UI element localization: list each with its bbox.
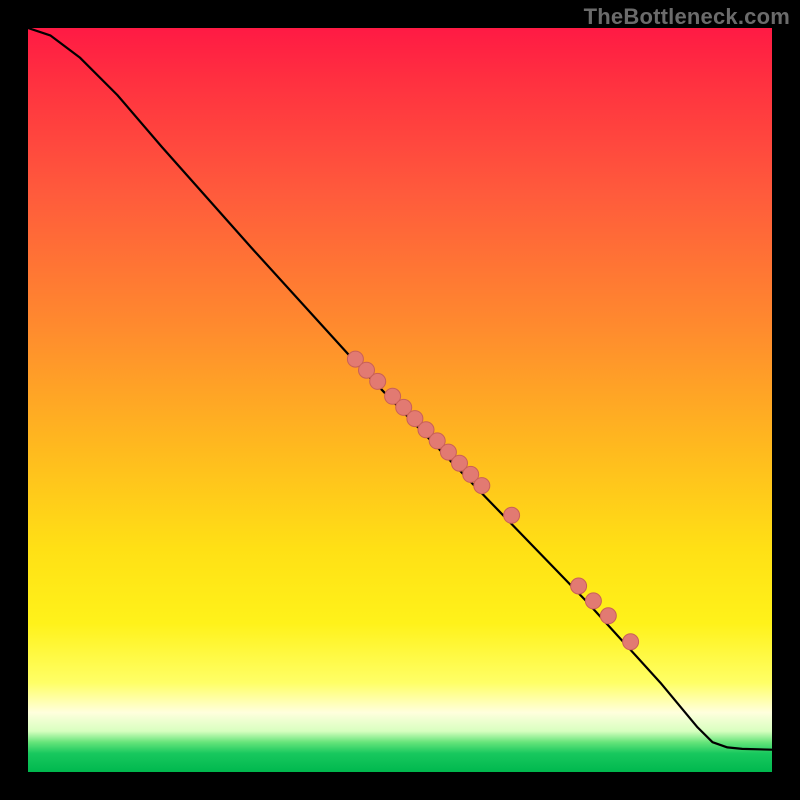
- curve-layer: [28, 28, 772, 772]
- data-point: [623, 634, 639, 650]
- data-point: [600, 608, 616, 624]
- data-point: [474, 478, 490, 494]
- data-point: [504, 507, 520, 523]
- watermark-text: TheBottleneck.com: [584, 4, 790, 30]
- chart-frame: TheBottleneck.com: [0, 0, 800, 800]
- plot-area: [28, 28, 772, 772]
- data-point: [585, 593, 601, 609]
- data-point: [571, 578, 587, 594]
- data-point: [370, 373, 386, 389]
- performance-curve: [28, 28, 772, 750]
- point-layer: [347, 351, 638, 650]
